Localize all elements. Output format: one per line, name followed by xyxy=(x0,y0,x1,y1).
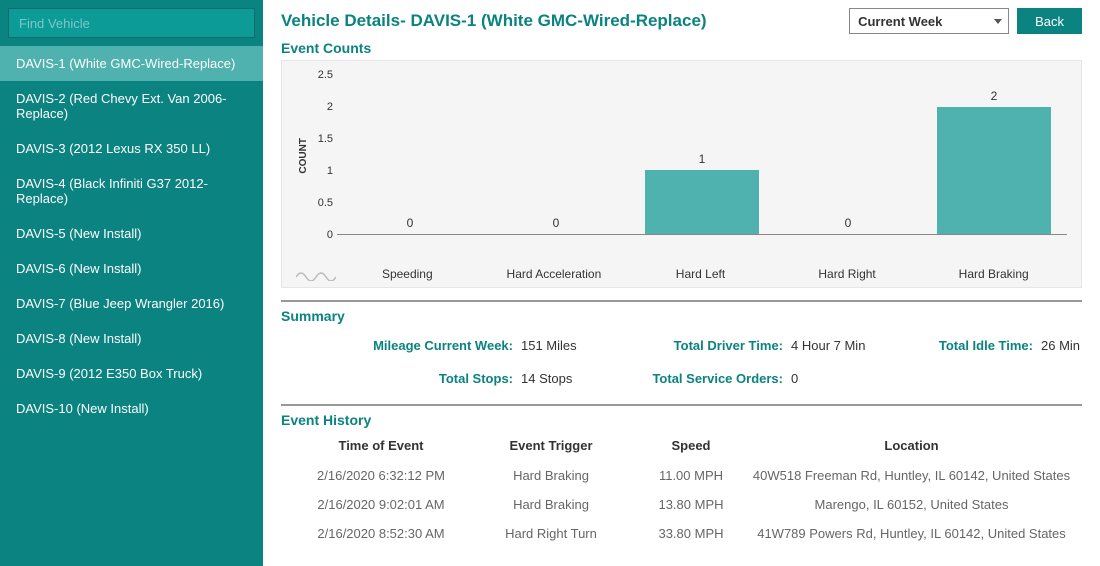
chart-bar-value-label: 0 xyxy=(845,216,852,230)
chart-scrollbar-icon xyxy=(296,267,336,281)
period-select[interactable]: Current Week xyxy=(849,8,1009,34)
chart-y-tick: 2 xyxy=(327,101,333,113)
chart-plot-area: 0 0 1 0 2 xyxy=(337,75,1067,235)
history-cell-speed: 11.00 MPH xyxy=(631,468,751,483)
chart-bar xyxy=(645,170,759,234)
chart-x-label: Hard Right xyxy=(774,261,921,281)
vehicle-sidebar: DAVIS-1 (White GMC-Wired-Replace)DAVIS-2… xyxy=(0,0,263,566)
history-header-speed: Speed xyxy=(631,438,751,453)
chart-bars: 0 0 1 0 2 xyxy=(337,75,1067,234)
history-cell-time: 2/16/2020 9:02:01 AM xyxy=(291,497,471,512)
history-cell-trigger: Hard Braking xyxy=(471,497,631,512)
chart-y-tick: 1 xyxy=(327,165,333,177)
sidebar-item-vehicle[interactable]: DAVIS-9 (2012 E350 Box Truck) xyxy=(0,356,263,391)
chart-y-tick: 0 xyxy=(327,229,333,241)
summary-grid: Mileage Current Week: 151 Miles Total Dr… xyxy=(281,324,1082,392)
chart-bar-value-label: 0 xyxy=(553,216,560,230)
sidebar-item-vehicle[interactable]: DAVIS-4 (Black Infiniti G37 2012-Replace… xyxy=(0,166,263,216)
chart-bar xyxy=(937,107,1051,234)
history-row[interactable]: 2/16/2020 8:52:30 AMHard Right Turn33.80… xyxy=(281,519,1082,548)
chart-bar-column: 2 xyxy=(921,75,1067,234)
main-panel: Vehicle Details- DAVIS-1 (White GMC-Wire… xyxy=(263,0,1100,566)
search-wrap xyxy=(0,0,263,46)
chart-bar-column: 0 xyxy=(337,75,483,234)
history-row[interactable]: 2/16/2020 6:32:12 PMHard Braking11.00 MP… xyxy=(281,461,1082,490)
history-cell-time: 2/16/2020 6:32:12 PM xyxy=(291,468,471,483)
divider xyxy=(281,300,1082,302)
summary-value-idle-time: 26 Min xyxy=(1041,338,1100,353)
chart-bar-column: 0 xyxy=(775,75,921,234)
search-input[interactable] xyxy=(8,8,255,38)
chart-y-tick: 2.5 xyxy=(318,69,333,81)
chart-x-label: Hard Left xyxy=(627,261,774,281)
sidebar-item-vehicle[interactable]: DAVIS-2 (Red Chevy Ext. Van 2006-Replace… xyxy=(0,81,263,131)
event-counts-chart: COUNT 0 0.5 1 1.5 2 2.5 0 0 1 0 2 SpeedingHard Ac… xyxy=(281,60,1082,288)
history-header-location: Location xyxy=(751,438,1072,453)
divider xyxy=(281,404,1082,406)
sidebar-item-vehicle[interactable]: DAVIS-3 (2012 Lexus RX 350 LL) xyxy=(0,131,263,166)
chart-y-axis-label: COUNT xyxy=(296,138,311,174)
history-rows: 2/16/2020 6:32:12 PMHard Braking11.00 MP… xyxy=(281,461,1082,548)
chart-y-ticks: 00.511.522.5 xyxy=(311,75,337,235)
summary-value-stops: 14 Stops xyxy=(521,371,641,386)
chart-x-label: Hard Acceleration xyxy=(481,261,628,281)
sidebar-item-vehicle[interactable]: DAVIS-7 (Blue Jeep Wrangler 2016) xyxy=(0,286,263,321)
chart-bar-column: 1 xyxy=(629,75,775,234)
summary-label-driver-time: Total Driver Time: xyxy=(641,338,791,353)
history-cell-location: 40W518 Freeman Rd, Huntley, IL 60142, Un… xyxy=(751,468,1072,483)
section-title-event-history: Event History xyxy=(281,412,1082,428)
sidebar-item-vehicle[interactable]: DAVIS-1 (White GMC-Wired-Replace) xyxy=(0,46,263,81)
history-header-time: Time of Event xyxy=(291,438,471,453)
history-header-trigger: Event Trigger xyxy=(471,438,631,453)
vehicle-list: DAVIS-1 (White GMC-Wired-Replace)DAVIS-2… xyxy=(0,46,263,426)
chart-y-tick: 0.5 xyxy=(318,197,333,209)
sidebar-item-vehicle[interactable]: DAVIS-5 (New Install) xyxy=(0,216,263,251)
chart-x-label: Speeding xyxy=(334,261,481,281)
chart-x-labels: SpeedingHard AccelerationHard LeftHard R… xyxy=(334,261,1067,281)
summary-label-service-orders: Total Service Orders: xyxy=(641,371,791,386)
chart-bar-value-label: 2 xyxy=(991,89,998,103)
sidebar-item-vehicle[interactable]: DAVIS-10 (New Install) xyxy=(0,391,263,426)
summary-value-mileage: 151 Miles xyxy=(521,338,641,353)
history-cell-location: Marengo, IL 60152, United States xyxy=(751,497,1072,512)
summary-label-mileage: Mileage Current Week: xyxy=(341,338,521,353)
sidebar-item-vehicle[interactable]: DAVIS-6 (New Install) xyxy=(0,251,263,286)
section-title-event-counts: Event Counts xyxy=(281,40,1082,56)
back-button[interactable]: Back xyxy=(1017,8,1082,34)
header-controls: Current Week Back xyxy=(849,8,1082,34)
chart-bar-column: 0 xyxy=(483,75,629,234)
sidebar-item-vehicle[interactable]: DAVIS-8 (New Install) xyxy=(0,321,263,356)
period-select-value: Current Week xyxy=(858,14,942,29)
chart-x-label: Hard Braking xyxy=(920,261,1067,281)
history-cell-speed: 13.80 MPH xyxy=(631,497,751,512)
header-row: Vehicle Details- DAVIS-1 (White GMC-Wire… xyxy=(281,8,1082,34)
summary-value-driver-time: 4 Hour 7 Min xyxy=(791,338,911,353)
history-cell-speed: 33.80 MPH xyxy=(631,526,751,541)
section-title-summary: Summary xyxy=(281,308,1082,324)
page-title: Vehicle Details- DAVIS-1 (White GMC-Wire… xyxy=(281,11,707,31)
summary-value-service-orders: 0 xyxy=(791,371,911,386)
history-cell-time: 2/16/2020 8:52:30 AM xyxy=(291,526,471,541)
summary-label-stops: Total Stops: xyxy=(341,371,521,386)
summary-label-idle-time: Total Idle Time: xyxy=(911,338,1041,353)
history-header-row: Time of Event Event Trigger Speed Locati… xyxy=(281,428,1082,461)
history-cell-trigger: Hard Braking xyxy=(471,468,631,483)
history-cell-trigger: Hard Right Turn xyxy=(471,526,631,541)
chart-bar-value-label: 1 xyxy=(699,152,706,166)
history-cell-location: 41W789 Powers Rd, Huntley, IL 60142, Uni… xyxy=(751,526,1072,541)
chart-bar-value-label: 0 xyxy=(407,216,414,230)
history-row[interactable]: 2/16/2020 9:02:01 AMHard Braking13.80 MP… xyxy=(281,490,1082,519)
chart-y-tick: 1.5 xyxy=(318,133,333,145)
